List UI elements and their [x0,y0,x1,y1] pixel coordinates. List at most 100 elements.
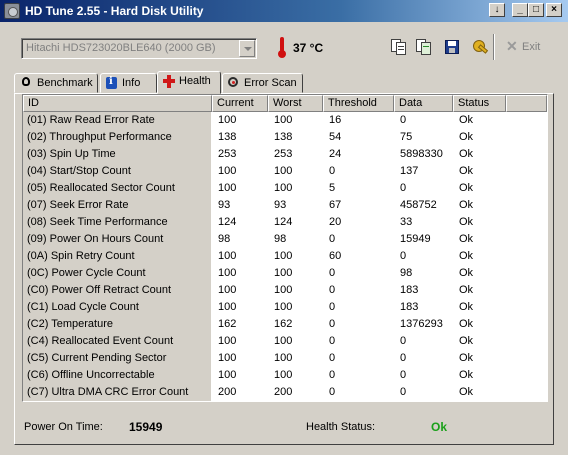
exit-label: Exit [522,41,541,53]
table-row[interactable]: (C5) Current Pending Sector 100 100 0 0 Ok [23,350,547,367]
attr-current: 100 [218,284,237,296]
drive-select[interactable]: Hitachi HDS723020BLE640 (2000 GB) [21,38,257,59]
attr-worst: 100 [274,335,293,347]
toolbar: Hitachi HDS723020BLE640 (2000 GB) 37 °C … [0,22,568,70]
attr-data: 5898330 [400,148,443,160]
column-header-data[interactable]: Data [394,95,453,112]
attr-data: 458752 [400,199,437,211]
attr-worst: 100 [274,182,293,194]
tab-error-scan[interactable]: Error Scan [222,73,303,93]
table-row[interactable]: (0C) Power Cycle Count 100 100 0 98 Ok [23,265,547,282]
attr-current: 100 [218,352,237,364]
table-row[interactable]: (08) Seek Time Performance 124 124 20 33 Ok [23,214,547,231]
attr-worst: 100 [274,352,293,364]
maximize-button[interactable]: □ [528,3,544,17]
column-header-worst[interactable]: Worst [268,95,323,112]
attr-id: (05) Reallocated Sector Count [23,180,212,197]
table-row[interactable]: (02) Throughput Performance 138 138 54 75 Ok [23,129,547,146]
close-button[interactable]: × [546,3,562,17]
attr-status: Ok [459,369,474,381]
attr-status: Ok [459,250,474,262]
column-header-threshold[interactable]: Threshold [323,95,394,112]
attr-worst: 138 [274,131,293,143]
help-dropdown-button[interactable]: ↓ [489,3,505,17]
chevron-down-icon[interactable] [239,40,255,57]
tab-health[interactable]: Health [157,71,221,94]
attr-threshold: 5 [329,182,336,194]
table-row[interactable]: (C2) Temperature 162 162 0 1376293 Ok [23,316,547,333]
minimize-button[interactable]: _ [512,3,528,17]
options-button[interactable] [470,37,490,57]
health-status-value: Ok [431,420,448,434]
attr-id: (0C) Power Cycle Count [23,265,212,282]
health-panel: ID Current Worst Threshold Data Status (… [14,93,554,445]
attr-data: 0 [400,352,407,364]
attr-status: Ok [459,148,474,160]
attr-status: Ok [459,216,474,228]
attr-threshold: 20 [329,216,342,228]
table-row[interactable]: (09) Power On Hours Count 98 98 0 15949 Ok [23,231,547,248]
attr-threshold: 0 [329,369,336,381]
exit-x-icon: ✕ [506,38,518,54]
column-header-id[interactable]: ID [23,95,212,112]
attr-threshold: 60 [329,250,342,262]
smart-attribute-list[interactable]: ID Current Worst Threshold Data Status (… [22,94,548,402]
attr-current: 98 [218,233,231,245]
attr-data: 98 [400,267,413,279]
attr-id: (C1) Load Cycle Count [23,299,212,316]
copy-text-button[interactable] [389,37,409,57]
attr-worst: 100 [274,284,293,296]
attr-id: (C6) Offline Uncorrectable [23,367,212,384]
attr-data: 137 [400,165,419,177]
attr-status: Ok [459,318,474,330]
drive-select-value: Hitachi HDS723020BLE640 (2000 GB) [26,42,216,54]
attr-threshold: 0 [329,352,336,364]
attr-threshold: 0 [329,267,336,279]
info-icon [106,76,117,89]
table-row[interactable]: (C6) Offline Uncorrectable 100 100 0 0 Ok [23,367,547,384]
table-row[interactable]: (C0) Power Off Retract Count 100 100 0 183 Ok [23,282,547,299]
attr-current: 100 [218,369,237,381]
attr-current: 162 [218,318,237,330]
attr-current: 200 [218,386,237,398]
attr-id: (04) Start/Stop Count [23,163,212,180]
tab-info[interactable]: Info [100,73,157,93]
table-row[interactable]: (03) Spin Up Time 253 253 24 5898330 Ok [23,146,547,163]
column-header-status[interactable]: Status [453,95,506,112]
table-row[interactable]: (04) Start/Stop Count 100 100 0 137 Ok [23,163,547,180]
title-bar[interactable]: HD Tune 2.55 - Hard Disk Utility ↓ _ □ × [0,0,568,22]
attr-status: Ok [459,267,474,279]
attr-worst: 124 [274,216,293,228]
table-row[interactable]: (07) Seek Error Rate 93 93 67 458752 Ok [23,197,547,214]
attr-status: Ok [459,233,474,245]
attr-status: Ok [459,131,474,143]
table-row[interactable]: (01) Raw Read Error Rate 100 100 16 0 Ok [23,112,547,129]
table-row[interactable]: (C1) Load Cycle Count 100 100 0 183 Ok [23,299,547,316]
attr-threshold: 0 [329,386,336,398]
table-row[interactable]: (C4) Reallocated Event Count 100 100 0 0 Ok [23,333,547,350]
attr-data: 183 [400,301,419,313]
power-on-time-label: Power On Time: [24,421,103,433]
attr-current: 138 [218,131,237,143]
attr-status: Ok [459,199,474,211]
tab-benchmark[interactable]: Benchmark [14,73,98,93]
attr-worst: 162 [274,318,293,330]
copy-screenshot-button[interactable] [414,37,434,57]
table-row[interactable]: (C7) Ultra DMA CRC Error Count 200 200 0 0 Ok [23,384,547,401]
attr-status: Ok [459,284,474,296]
table-row[interactable]: (0A) Spin Retry Count 100 100 60 0 Ok [23,248,547,265]
thermometer-icon [278,37,286,59]
attr-id: (08) Seek Time Performance [23,214,212,231]
column-header-current[interactable]: Current [212,95,268,112]
save-button[interactable] [442,37,462,57]
error-scan-icon [228,77,238,87]
attr-id: (01) Raw Read Error Rate [23,112,212,129]
health-cross-icon [163,75,175,88]
table-row[interactable]: (05) Reallocated Sector Count 100 100 5 0 Ok [23,180,547,197]
hdtune-app-icon[interactable] [4,3,20,19]
attr-data: 1376293 [400,318,443,330]
attr-threshold: 67 [329,199,342,211]
attr-id: (0A) Spin Retry Count [23,248,212,265]
attr-worst: 93 [274,199,287,211]
attr-data: 0 [400,182,407,194]
